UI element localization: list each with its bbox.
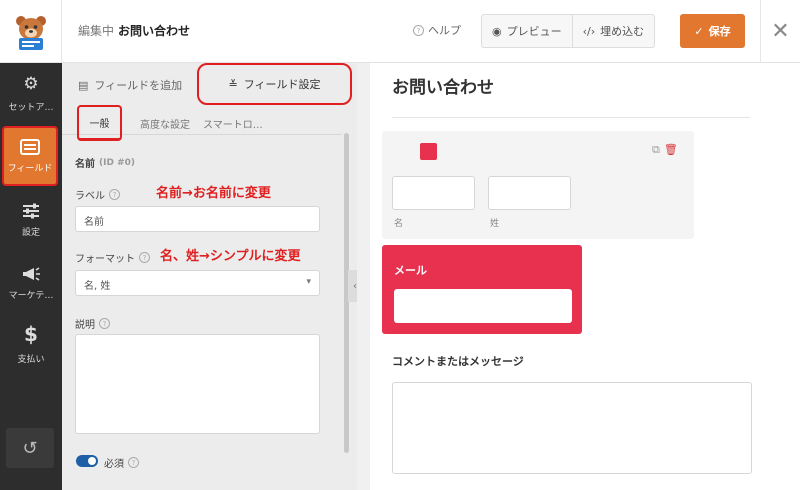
divider bbox=[392, 117, 750, 118]
sidebar-item-settings[interactable]: 設定 bbox=[0, 190, 62, 250]
eye-icon: ◉ bbox=[492, 24, 502, 38]
description-field-label: 説明 ? bbox=[75, 316, 110, 331]
tab-add-fields-label: フィールドを追加 bbox=[94, 79, 183, 92]
field-name: 名前 bbox=[75, 159, 95, 170]
name-field-preview[interactable]: ⧉ 🗑 名 姓 bbox=[382, 131, 694, 239]
close-icon: ✕ bbox=[771, 19, 790, 44]
help-icon: ? bbox=[128, 457, 139, 468]
annotation-label-note: 名前→お名前に変更 bbox=[156, 186, 271, 201]
trash-icon[interactable]: 🗑 bbox=[664, 143, 678, 157]
history-icon: ↺ bbox=[22, 437, 38, 459]
required-label: 必須 ? bbox=[104, 455, 139, 470]
field-heading: 名前 (ID #0) bbox=[75, 155, 135, 171]
sidebar-item-payments[interactable]: $ 支払い bbox=[0, 313, 62, 373]
description-textarea[interactable] bbox=[75, 334, 320, 434]
help-icon: ? bbox=[99, 318, 110, 329]
first-name-sublabel: 名 bbox=[394, 219, 404, 229]
tab-add-fields[interactable]: ▤ フィールドを追加 bbox=[78, 77, 182, 93]
sidebar-item-label: 設定 bbox=[21, 227, 40, 238]
preview-label: プレビュー bbox=[506, 25, 562, 38]
label-input[interactable]: 名前 bbox=[75, 206, 320, 232]
code-icon: ‹/› bbox=[582, 24, 596, 38]
required-marker bbox=[420, 143, 437, 160]
preview-embed-group: ◉ プレビュー ‹/› 埋め込む bbox=[481, 14, 656, 48]
save-button[interactable]: ✓ 保存 bbox=[680, 14, 745, 48]
revisions-button[interactable]: ↺ bbox=[6, 428, 54, 468]
page-title: 編集中 お問い合わせ bbox=[78, 22, 190, 39]
format-select[interactable]: 名, 姓 ▾ bbox=[75, 270, 320, 296]
wpforms-logo bbox=[0, 0, 62, 63]
top-bar: 編集中 お問い合わせ ? ヘルプ ◉ プレビュー ‹/› 埋め込む ✓ 保存 ✕ bbox=[0, 0, 800, 63]
help-icon: ? bbox=[139, 252, 150, 263]
form-name: お問い合わせ bbox=[118, 24, 191, 38]
panel-tabs: ▤ フィールドを追加 ≚ フィールド設定 bbox=[62, 63, 357, 105]
last-name-input[interactable] bbox=[488, 176, 571, 210]
annotation-format-note: 名、姓→シンプルに変更 bbox=[160, 249, 301, 264]
check-icon: ✓ bbox=[694, 24, 704, 38]
embed-button[interactable]: ‹/› 埋め込む bbox=[571, 15, 655, 47]
comment-textarea[interactable] bbox=[392, 382, 752, 474]
list-icon: ▤ bbox=[78, 78, 89, 92]
subtabs: 一般 高度な設定 スマートロ… bbox=[62, 105, 342, 141]
help-icon: ? bbox=[109, 189, 120, 200]
subtab-advanced[interactable]: 高度な設定 bbox=[140, 116, 190, 131]
editing-label: 編集中 bbox=[78, 24, 115, 38]
subtab-general[interactable]: 一般 bbox=[77, 105, 122, 141]
description-caption: 説明 bbox=[75, 320, 95, 331]
help-label: ヘルプ bbox=[428, 24, 461, 37]
label-caption: ラベル bbox=[75, 191, 105, 202]
form-builder: 編集中 お問い合わせ ? ヘルプ ◉ プレビュー ‹/› 埋め込む ✓ 保存 ✕ … bbox=[0, 0, 800, 490]
duplicate-icon[interactable]: ⧉ bbox=[652, 143, 660, 157]
embed-label: 埋め込む bbox=[600, 25, 645, 38]
preview-button[interactable]: ◉ プレビュー bbox=[482, 15, 572, 47]
left-sidebar: ⚙ セットア… フィールド 設定 マーケテ… $ 支払い ↺ bbox=[0, 63, 62, 490]
help-button[interactable]: ? ヘルプ bbox=[413, 22, 461, 38]
gear-icon: ⚙ bbox=[23, 73, 39, 94]
sidebar-item-label: フィールド bbox=[7, 163, 53, 174]
subtab-smart-logic[interactable]: スマートロ… bbox=[203, 116, 263, 131]
bear-mascot-icon bbox=[15, 15, 46, 50]
comment-label: コメントまたはメッセージ bbox=[392, 355, 524, 368]
required-caption: 必須 bbox=[104, 459, 124, 470]
field-actions: ⧉ 🗑 bbox=[652, 143, 678, 157]
sidebar-item-label: セットア… bbox=[8, 102, 54, 113]
first-name-input[interactable] bbox=[392, 176, 475, 210]
format-caption: フォーマット bbox=[75, 254, 135, 265]
form-preview: お問い合わせ ⧉ 🗑 名 姓 メール コメントまたはメッセージ bbox=[370, 63, 770, 490]
email-input[interactable] bbox=[394, 289, 572, 323]
dollar-icon: $ bbox=[24, 321, 38, 346]
sidebar-item-marketing[interactable]: マーケテ… bbox=[0, 253, 62, 313]
format-select-value: 名, 姓 bbox=[84, 281, 111, 292]
right-gutter bbox=[770, 63, 800, 490]
format-field-label: フォーマット ? bbox=[75, 250, 150, 265]
help-icon: ? bbox=[413, 24, 424, 36]
fields-icon bbox=[20, 138, 40, 155]
sidebar-item-setup[interactable]: ⚙ セットア… bbox=[0, 63, 62, 123]
sidebar-item-label: 支払い bbox=[17, 354, 45, 365]
email-field-preview[interactable]: メール bbox=[382, 245, 582, 334]
sidebar-item-label: マーケテ… bbox=[8, 290, 54, 301]
required-toggle[interactable] bbox=[76, 455, 98, 467]
last-name-sublabel: 姓 bbox=[490, 219, 500, 229]
field-options-panel: ▤ フィールドを追加 ≚ フィールド設定 一般 高度な設定 スマートロ… 名前 … bbox=[62, 63, 357, 490]
tab-field-options[interactable]: ≚ フィールド設定 bbox=[197, 63, 352, 105]
sliders-small-icon: ≚ bbox=[228, 77, 238, 91]
close-button[interactable]: ✕ bbox=[760, 0, 800, 63]
label-field-label: ラベル ? bbox=[75, 187, 120, 202]
field-id: (ID #0) bbox=[99, 157, 135, 168]
sidebar-item-fields[interactable]: フィールド bbox=[2, 126, 58, 186]
sliders-icon bbox=[23, 203, 39, 218]
save-label: 保存 bbox=[708, 25, 731, 38]
megaphone-icon bbox=[23, 266, 40, 281]
email-label: メール bbox=[394, 264, 427, 277]
tab-field-options-label: フィールド設定 bbox=[243, 78, 321, 91]
form-preview-title: お問い合わせ bbox=[392, 78, 494, 98]
chevron-down-icon: ▾ bbox=[306, 277, 311, 287]
